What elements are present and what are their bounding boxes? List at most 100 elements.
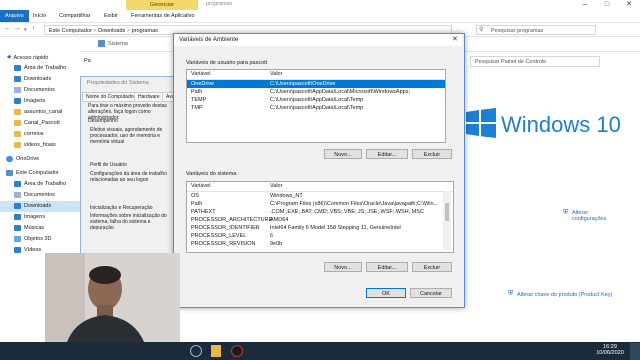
list-row[interactable]: TEMP C:\Users\pascott\AppData\Local\Temp bbox=[187, 96, 445, 104]
system-vars-list[interactable]: Variável Valor OS Windows_NT Path C:\Progr… bbox=[186, 181, 454, 253]
clock-date: 10/06/2020 bbox=[596, 350, 624, 356]
list-row[interactable]: OS Windows_NT bbox=[187, 192, 453, 200]
change-settings-link[interactable]: Alterar configurações bbox=[572, 210, 612, 222]
nav-onedrive[interactable]: OneDrive bbox=[0, 154, 86, 165]
recent-dropdown-icon[interactable]: ▾ bbox=[24, 27, 27, 33]
desktop-icon bbox=[14, 64, 21, 71]
shield-icon: ⛨ bbox=[563, 209, 569, 216]
context-tab-manage[interactable]: Gerenciar bbox=[126, 0, 198, 10]
cancel-button[interactable]: Cancelar bbox=[410, 288, 452, 298]
breadcrumb-separator: > bbox=[126, 28, 131, 34]
tab-home[interactable]: Início bbox=[28, 10, 51, 22]
user-vars-label: Variáveis de usuário para pascott bbox=[186, 60, 268, 66]
maximize-icon[interactable]: □ bbox=[596, 0, 618, 10]
up-icon[interactable]: ↑ bbox=[32, 25, 36, 32]
ribbon bbox=[0, 10, 640, 23]
list-header: Variável Valor bbox=[187, 70, 445, 80]
col-value[interactable]: Valor bbox=[270, 70, 282, 79]
pictures-icon bbox=[14, 97, 21, 104]
taskbar bbox=[0, 342, 640, 360]
control-panel-search[interactable]: Pesquisar Painel de Controle bbox=[470, 56, 600, 67]
file-explorer-icon[interactable] bbox=[211, 345, 221, 357]
ok-button[interactable]: OK bbox=[366, 288, 406, 298]
breadcrumb-separator: > bbox=[93, 28, 97, 34]
search-input[interactable]: Pesquisar programas bbox=[476, 25, 596, 35]
list-row[interactable]: PROCESSOR_REVISION 9e0b bbox=[187, 240, 453, 248]
user-profile-desc: Configurações da área de trabalho relaci… bbox=[90, 171, 167, 183]
tab-share[interactable]: Compartilhar bbox=[54, 10, 95, 22]
col-variable[interactable]: Variável bbox=[191, 70, 210, 79]
music-icon bbox=[14, 224, 21, 231]
performance-desc: Efeitos visuais, agendamento de processa… bbox=[90, 127, 163, 145]
breadcrumb-computer[interactable]: Este Computador bbox=[49, 28, 92, 34]
scrollbar-thumb[interactable] bbox=[445, 203, 449, 221]
list-row[interactable]: PROCESSOR_LEVEL 6 bbox=[187, 232, 453, 240]
system-delete-button[interactable]: Excluir bbox=[412, 262, 452, 272]
obs-icon[interactable] bbox=[231, 345, 243, 357]
system-vars-scrollbar[interactable] bbox=[443, 191, 451, 250]
documents-icon bbox=[14, 86, 21, 93]
shield-icon: ⛨ bbox=[508, 290, 514, 297]
desktop-icon bbox=[14, 180, 21, 187]
list-row[interactable]: TMP C:\Users\pascott\AppData\Local\Temp bbox=[187, 104, 445, 112]
breadcrumb-programas[interactable]: programas bbox=[132, 28, 158, 34]
close-icon[interactable]: ✕ bbox=[618, 0, 640, 10]
star-icon: ★ bbox=[6, 54, 13, 61]
folder-icon bbox=[14, 141, 21, 148]
list-row[interactable]: OneDrive C:\Users\pascott\OneDrive bbox=[187, 80, 445, 88]
show-desktop-button[interactable] bbox=[630, 343, 640, 360]
performance-title: Desempenho bbox=[88, 118, 118, 124]
forward-icon[interactable]: → bbox=[14, 25, 21, 32]
list-row[interactable]: PROCESSOR_ARCHITECTURE AMD64 bbox=[187, 216, 453, 224]
change-product-key-link[interactable]: Alterar chave do produto (Product Key) bbox=[517, 292, 612, 298]
nav-quick-access[interactable]: ★ Acesso rápido bbox=[0, 52, 86, 63]
documents-icon bbox=[14, 191, 21, 198]
user-vars-list[interactable]: Variável Valor OneDrive C:\Users\pascott\… bbox=[186, 69, 446, 143]
breadcrumb-downloads[interactable]: Downloads bbox=[98, 28, 125, 34]
objects-3d-icon bbox=[14, 235, 21, 242]
tab-computer-name[interactable]: Nome do Computador bbox=[82, 92, 140, 102]
list-row[interactable]: PROCESSOR_IDENTIFIER Intel64 Family 6 Mod… bbox=[187, 224, 453, 232]
user-new-button[interactable]: Novo... bbox=[324, 149, 362, 159]
list-row[interactable]: Path C:\Users\pascott\AppData\Local\Micro… bbox=[187, 88, 445, 96]
env-dialog-title: Variáveis de Ambiente bbox=[174, 34, 462, 46]
nav-this-pc[interactable]: Este Computador bbox=[0, 168, 86, 179]
folder-icon bbox=[14, 130, 21, 137]
search-icon: ⚲ bbox=[479, 27, 484, 33]
system-new-button[interactable]: Novo... bbox=[324, 262, 362, 272]
col-variable[interactable]: Variável bbox=[191, 182, 210, 191]
startup-recovery-title: Inicialização e Recuperação bbox=[90, 205, 153, 211]
windows-logo-icon bbox=[466, 108, 496, 138]
list-row[interactable]: Path C:\Program Files (x86)\Common Files\… bbox=[187, 200, 453, 208]
download-icon bbox=[14, 75, 21, 82]
videos-icon bbox=[14, 246, 21, 253]
computer-icon bbox=[6, 169, 13, 176]
task-view-icon[interactable] bbox=[190, 345, 202, 357]
list-header: Variável Valor bbox=[187, 182, 453, 192]
folder-icon bbox=[14, 108, 21, 115]
windows-10-brand: Windows 10 bbox=[501, 112, 621, 137]
folder-icon bbox=[14, 119, 21, 126]
tab-hardware[interactable]: Hardware bbox=[134, 92, 164, 102]
tab-app-tools[interactable]: Ferramentas de Aplicativo bbox=[126, 10, 200, 22]
user-edit-button[interactable]: Editar... bbox=[366, 149, 408, 159]
pictures-icon bbox=[14, 213, 21, 220]
system-edit-button[interactable]: Editar... bbox=[366, 262, 408, 272]
close-icon[interactable]: ✕ bbox=[452, 34, 458, 46]
back-icon[interactable]: ← bbox=[4, 25, 11, 32]
tab-view[interactable]: Exibir bbox=[99, 10, 123, 22]
tab-file[interactable]: Arquivo bbox=[0, 10, 29, 22]
dialog-title: Propriedades do Sistema bbox=[87, 80, 149, 86]
tray-clock[interactable]: 16:29 10/06/2020 bbox=[595, 344, 625, 356]
system-window-title: Sistema bbox=[108, 41, 128, 47]
startup-recovery-desc: Informações sobre inicialização do siste… bbox=[90, 213, 167, 231]
col-value[interactable]: Valor bbox=[270, 182, 282, 191]
download-icon bbox=[14, 202, 21, 209]
user-delete-button[interactable]: Excluir bbox=[412, 149, 452, 159]
title-bar bbox=[0, 0, 640, 10]
list-row[interactable]: PATHEXT .COM;.EXE;.BAT;.CMD;.VBS;.VBE;.JS… bbox=[187, 208, 453, 216]
window-title: programas bbox=[206, 1, 233, 7]
system-icon bbox=[98, 40, 105, 47]
system-vars-label: Variáveis do sistema bbox=[186, 171, 237, 177]
minimize-icon[interactable]: – bbox=[574, 0, 596, 10]
